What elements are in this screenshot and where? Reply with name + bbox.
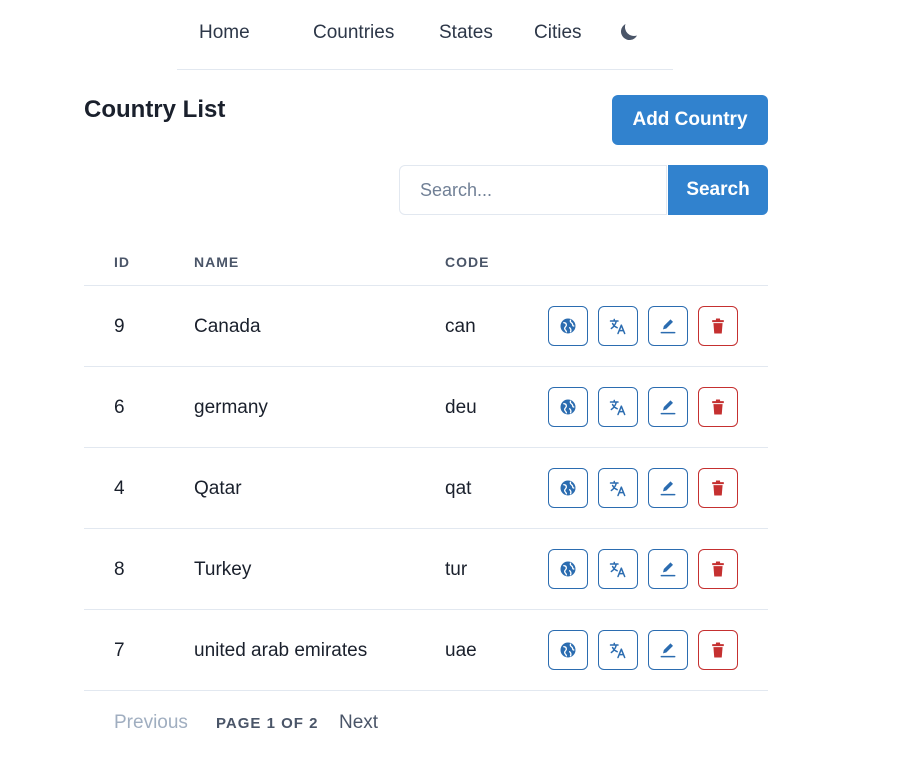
nav-link-countries[interactable]: Countries (313, 22, 394, 44)
row-actions (548, 630, 738, 670)
globe-icon (558, 559, 578, 579)
cell-id: 7 (114, 640, 125, 661)
view-states-button[interactable] (548, 630, 588, 670)
edit-icon (658, 640, 678, 660)
translations-button[interactable] (598, 549, 638, 589)
nav-link-cities[interactable]: Cities (534, 22, 582, 44)
translate-icon (608, 397, 628, 417)
cell-code: uae (445, 640, 477, 661)
page-title: Country List (84, 96, 226, 123)
row-actions (548, 549, 738, 589)
table-row: 8 Turkey tur (84, 529, 768, 610)
cell-id: 8 (114, 559, 125, 580)
edit-icon (658, 478, 678, 498)
edit-button[interactable] (648, 387, 688, 427)
delete-button[interactable] (698, 630, 738, 670)
edit-button[interactable] (648, 468, 688, 508)
moon-icon[interactable] (617, 20, 641, 44)
globe-icon (558, 640, 578, 660)
top-navbar: Home Countries States Cities (177, 0, 673, 70)
trash-icon (708, 478, 728, 498)
table-body: 9 Canada can 6 germany deu 4 Qatar qat 8 Turkey tur… (84, 286, 768, 691)
table-row: 9 Canada can (84, 286, 768, 367)
edit-button[interactable] (648, 630, 688, 670)
delete-button[interactable] (698, 468, 738, 508)
cell-name: Qatar (194, 478, 242, 499)
country-table: ID NAME CODE 9 Canada can 6 germany deu 4 Qatar… (84, 236, 768, 691)
globe-icon (558, 316, 578, 336)
translate-icon (608, 316, 628, 336)
trash-icon (708, 559, 728, 579)
view-states-button[interactable] (548, 306, 588, 346)
translate-icon (608, 640, 628, 660)
next-page-button[interactable]: Next (339, 712, 378, 734)
cell-id: 4 (114, 478, 125, 499)
edit-icon (658, 397, 678, 417)
cell-name: Canada (194, 316, 261, 337)
cell-id: 9 (114, 316, 125, 337)
view-states-button[interactable] (548, 387, 588, 427)
delete-button[interactable] (698, 387, 738, 427)
globe-icon (558, 397, 578, 417)
column-header-id: ID (114, 254, 130, 270)
column-header-code: CODE (445, 254, 490, 270)
view-states-button[interactable] (548, 468, 588, 508)
trash-icon (708, 316, 728, 336)
edit-icon (658, 316, 678, 336)
delete-button[interactable] (698, 306, 738, 346)
edit-icon (658, 559, 678, 579)
globe-icon (558, 478, 578, 498)
cell-name: germany (194, 397, 268, 418)
column-header-name: NAME (194, 254, 240, 270)
cell-code: can (445, 316, 476, 337)
cell-code: tur (445, 559, 468, 580)
row-actions (548, 387, 738, 427)
page-indicator: PAGE 1 OF 2 (216, 715, 319, 732)
table-row: 4 Qatar qat (84, 448, 768, 529)
view-states-button[interactable] (548, 549, 588, 589)
row-actions (548, 306, 738, 346)
translate-icon (608, 478, 628, 498)
row-actions (548, 468, 738, 508)
search-button[interactable]: Search (668, 165, 768, 215)
translations-button[interactable] (598, 468, 638, 508)
table-row: 7 united arab emirates uae (84, 610, 768, 691)
edit-button[interactable] (648, 549, 688, 589)
table-header: ID NAME CODE (84, 236, 768, 286)
translations-button[interactable] (598, 387, 638, 427)
cell-code: deu (445, 397, 477, 418)
trash-icon (708, 640, 728, 660)
table-row: 6 germany deu (84, 367, 768, 448)
nav-link-states[interactable]: States (439, 22, 493, 44)
cell-name: Turkey (194, 559, 252, 580)
edit-button[interactable] (648, 306, 688, 346)
cell-name: united arab emirates (194, 640, 368, 661)
search-input[interactable] (399, 165, 667, 215)
delete-button[interactable] (698, 549, 738, 589)
translate-icon (608, 559, 628, 579)
trash-icon (708, 397, 728, 417)
nav-link-home[interactable]: Home (199, 22, 250, 44)
pagination: Previous PAGE 1 OF 2 Next (114, 712, 514, 736)
cell-id: 6 (114, 397, 125, 418)
previous-page-button[interactable]: Previous (114, 712, 188, 734)
add-country-button[interactable]: Add Country (612, 95, 768, 145)
translations-button[interactable] (598, 630, 638, 670)
translations-button[interactable] (598, 306, 638, 346)
cell-code: qat (445, 478, 472, 499)
